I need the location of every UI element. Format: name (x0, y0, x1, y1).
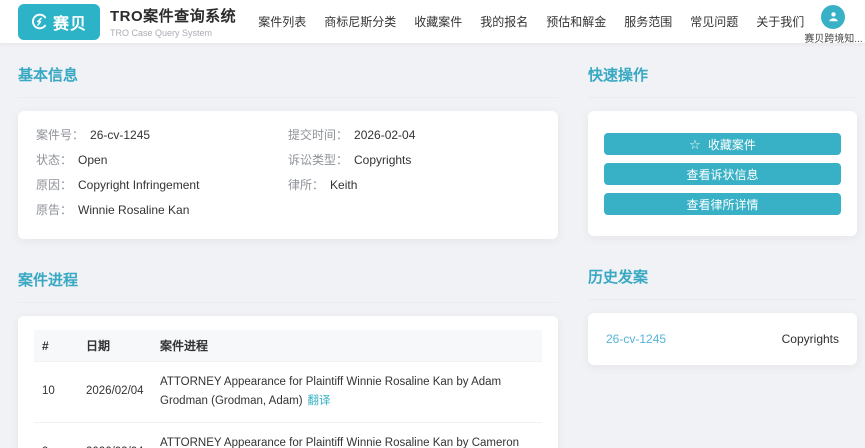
history-card: 26-cv-1245 Copyrights (588, 313, 857, 365)
field-submit-time: 提交时间： 2026-02-04 (288, 126, 540, 151)
field-label: 原告： (36, 203, 73, 217)
field-case-number: 案件号： 26-cv-1245 (36, 126, 288, 151)
username: 赛贝跨境知... (804, 33, 863, 45)
field-law-firm: 律所： Keith (288, 176, 540, 201)
favorite-case-button[interactable]: ☆ 收藏案件 (604, 133, 841, 155)
field-label: 提交时间： (288, 128, 349, 142)
logo[interactable]: 赛贝 (18, 3, 101, 40)
table-row: 10 2026/02/04 ATTORNEY Appearance for Pl… (34, 361, 542, 423)
app-subtitle: TRO Case Query System (110, 28, 213, 38)
nav-item-nice-classification[interactable]: 商标尼斯分类 (324, 13, 396, 30)
table-row: 9 2026/02/04 ATTORNEY Appearance for Pla… (34, 421, 542, 448)
column-header-progress: 案件进程 (152, 330, 542, 362)
saibei-logo-icon (31, 13, 48, 30)
field-label: 案件号： (36, 128, 85, 142)
header: 赛贝 TRO案件查询系统 TRO Case Query System 案件列表 … (0, 0, 865, 45)
favorite-case-label: 收藏案件 (707, 137, 756, 152)
row-index: 10 (34, 361, 78, 423)
field-value: 26-cv-1245 (90, 128, 151, 142)
logo-text: 赛贝 (53, 15, 88, 33)
nav-item-faq[interactable]: 常见问题 (690, 13, 738, 30)
left-column: 基本信息 案件号： 26-cv-1245 状态： Open 原因： Copyri… (18, 60, 558, 448)
basic-info-heading: 基本信息 (18, 60, 558, 98)
field-value: Keith (330, 178, 358, 192)
nav-item-case-list[interactable]: 案件列表 (258, 13, 306, 30)
nav-item-service-scope[interactable]: 服务范围 (624, 13, 672, 30)
main-nav: 案件列表 商标尼斯分类 收藏案件 我的报名 预估和解金 服务范围 常见问题 关于… (258, 13, 804, 30)
field-status: 状态： Open (36, 151, 288, 176)
main-content: 基本信息 案件号： 26-cv-1245 状态： Open 原因： Copyri… (0, 44, 865, 448)
view-complaint-button[interactable]: 查看诉状信息 (604, 163, 841, 185)
nav-item-settlement-estimate[interactable]: 预估和解金 (546, 13, 606, 30)
history-heading: 历史发案 (588, 262, 857, 300)
user-menu[interactable]: 赛贝跨境知... (804, 0, 863, 45)
title-block: TRO案件查询系统 TRO Case Query System (110, 5, 236, 38)
basic-info-section: 基本信息 案件号： 26-cv-1245 状态： Open 原因： Copyri… (18, 60, 558, 239)
field-value: Winnie Rosaline Kan (78, 203, 190, 217)
quick-actions-card: ☆ 收藏案件 查看诉状信息 查看律所详情 (588, 111, 857, 236)
row-date: 2026/02/04 (78, 421, 152, 448)
view-lawfirm-button[interactable]: 查看律所详情 (604, 193, 841, 215)
column-header-index: # (34, 330, 78, 362)
progress-text: ATTORNEY Appearance for Plaintiff Winnie… (160, 436, 520, 448)
field-value: Open (78, 153, 108, 167)
case-progress-heading: 案件进程 (18, 265, 558, 303)
field-value: Copyright Infringement (78, 178, 200, 192)
quick-actions-heading: 快速操作 (588, 60, 857, 98)
user-avatar-icon (821, 4, 846, 29)
row-progress: ATTORNEY Appearance for Plaintiff Winnie… (152, 361, 542, 423)
quick-actions-section: 快速操作 ☆ 收藏案件 查看诉状信息 查看律所详情 (588, 60, 857, 236)
star-icon: ☆ (689, 136, 701, 152)
app-title: TRO案件查询系统 (110, 8, 237, 25)
basic-info-right-column: 提交时间： 2026-02-04 诉讼类型： Copyrights 律所： Ke… (288, 126, 540, 226)
field-label: 状态： (36, 153, 73, 167)
basic-info-card: 案件号： 26-cv-1245 状态： Open 原因： Copyright I… (18, 111, 558, 239)
table-header-row: # 日期 案件进程 (34, 330, 542, 362)
history-case-type: Copyrights (781, 332, 839, 346)
row-index: 9 (34, 421, 78, 448)
history-section: 历史发案 26-cv-1245 Copyrights (588, 262, 857, 365)
row-progress: ATTORNEY Appearance for Plaintiff Winnie… (152, 421, 542, 448)
right-column: 快速操作 ☆ 收藏案件 查看诉状信息 查看律所详情 历史发案 26-cv-124… (588, 60, 857, 448)
nav-item-about-us[interactable]: 关于我们 (756, 13, 804, 30)
case-progress-card: # 日期 案件进程 10 2026/02/04 ATTORNEY Appeara… (18, 316, 558, 448)
history-case-link[interactable]: 26-cv-1245 (606, 332, 666, 346)
nav-item-my-registration[interactable]: 我的报名 (480, 13, 528, 30)
field-litigation-type: 诉讼类型： Copyrights (288, 151, 540, 176)
field-value: 2026-02-04 (354, 128, 416, 142)
row-date: 2026/02/04 (78, 361, 152, 423)
column-header-date: 日期 (78, 330, 152, 362)
field-label: 诉讼类型： (288, 153, 349, 167)
nav-item-favorite-cases[interactable]: 收藏案件 (414, 13, 462, 30)
field-plaintiff: 原告： Winnie Rosaline Kan (36, 201, 288, 226)
case-progress-section: 案件进程 # 日期 案件进程 10 2026/02/04 ATTORNEY Ap… (18, 265, 558, 448)
translate-link[interactable]: 翻译 (308, 395, 331, 407)
basic-info-left-column: 案件号： 26-cv-1245 状态： Open 原因： Copyright I… (36, 126, 288, 226)
field-label: 原因： (36, 178, 73, 192)
field-reason: 原因： Copyright Infringement (36, 176, 288, 201)
field-label: 律所： (288, 178, 325, 192)
field-value: Copyrights (354, 153, 412, 167)
case-progress-table: # 日期 案件进程 10 2026/02/04 ATTORNEY Appeara… (34, 330, 542, 448)
